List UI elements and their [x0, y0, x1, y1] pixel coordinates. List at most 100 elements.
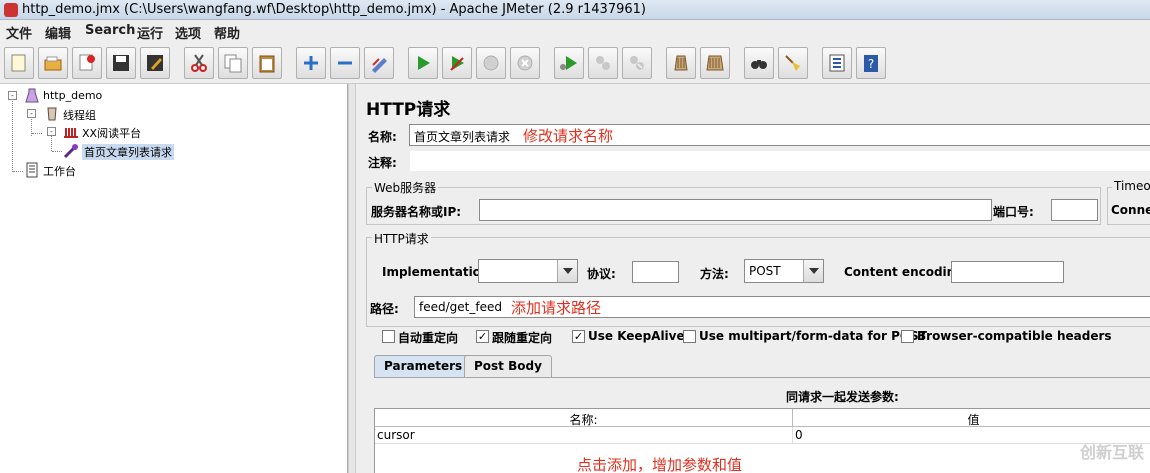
- shutdown-button[interactable]: [510, 47, 540, 79]
- stop-button[interactable]: [476, 47, 506, 79]
- expand-all-button[interactable]: [296, 47, 326, 79]
- save-button[interactable]: [106, 47, 136, 79]
- tree-node-label: 工作台: [43, 165, 76, 178]
- menu-edit[interactable]: 编辑: [45, 23, 71, 42]
- search-icon: [751, 60, 767, 69]
- paste-button[interactable]: [252, 47, 282, 79]
- column-header-value[interactable]: 值: [793, 409, 1150, 427]
- dropdown-arrow-icon: [557, 260, 577, 282]
- test-plan-icon: [25, 88, 39, 103]
- panel-heading: HTTP请求: [366, 100, 451, 120]
- save-as-icon: [147, 55, 163, 71]
- new-button[interactable]: [4, 47, 34, 79]
- clear-all-icon: [706, 55, 724, 71]
- checkbox-label: Use KeepAlive: [588, 329, 685, 343]
- parameters-table: 名称: 值 cursor 0: [374, 408, 1150, 473]
- close-button[interactable]: [72, 47, 102, 79]
- watermark-logo: 创新互联: [1079, 443, 1144, 462]
- search-button[interactable]: [744, 47, 774, 79]
- tab-label: Parameters: [384, 359, 463, 373]
- method-value: POST: [749, 264, 781, 278]
- checkbox-label: 跟随重定向: [492, 331, 553, 345]
- tree-node-label: XX阅读平台: [82, 127, 142, 140]
- multipart-checkbox[interactable]: [683, 330, 696, 343]
- keepalive-checkbox[interactable]: ✓: [572, 330, 585, 343]
- content-encoding-field[interactable]: [951, 261, 1064, 283]
- help-icon: ?: [864, 55, 878, 72]
- name-value: 首页文章列表请求: [414, 130, 511, 144]
- controller-icon: [64, 128, 78, 138]
- menu-file[interactable]: 文件: [6, 23, 32, 42]
- clear-icon: [674, 55, 688, 71]
- tab-post-body[interactable]: Post Body: [464, 355, 552, 377]
- start-no-pause-button[interactable]: [442, 47, 472, 79]
- copy-button[interactable]: [218, 47, 248, 79]
- tree-expander[interactable]: -: [47, 127, 56, 136]
- name-label: 名称:: [368, 130, 397, 144]
- jmeter-app-icon: [4, 3, 18, 17]
- cut-icon: [191, 54, 207, 72]
- tab-parameters[interactable]: Parameters: [374, 355, 473, 377]
- clear-all-button[interactable]: [700, 47, 730, 79]
- follow-redirect-checkbox[interactable]: ✓: [476, 330, 489, 343]
- path-annotation: 添加请求路径: [511, 299, 602, 317]
- paste-icon: [259, 55, 275, 73]
- window-title: http_demo.jmx (C:\Users\wangfang.wf\Desk…: [22, 2, 646, 17]
- tree-node-label: 线程组: [63, 109, 96, 122]
- function-helper-button[interactable]: [822, 47, 852, 79]
- expand-icon: [304, 56, 318, 70]
- reset-search-button[interactable]: [778, 47, 808, 79]
- split-pane-divider[interactable]: [348, 84, 356, 473]
- collapse-icon: [338, 61, 352, 65]
- menu-run[interactable]: 运行: [137, 23, 163, 42]
- function-helper-icon: [829, 54, 845, 72]
- port-field[interactable]: [1051, 199, 1098, 221]
- remote-stop-button[interactable]: [588, 47, 618, 79]
- tree-expander[interactable]: -: [8, 91, 17, 100]
- method-select[interactable]: POST: [744, 259, 824, 283]
- menu-options[interactable]: 选项: [175, 23, 201, 42]
- collapse-all-button[interactable]: [330, 47, 360, 79]
- name-field[interactable]: 首页文章列表请求: [409, 124, 1150, 146]
- thread-group-icon: [47, 107, 57, 121]
- remote-shutdown-button[interactable]: [622, 47, 652, 79]
- rename-annotation: 修改请求名称: [523, 127, 614, 145]
- tab-divider: [374, 377, 1150, 378]
- menu-help[interactable]: 帮助: [214, 23, 240, 42]
- tree-guide-line: [13, 171, 23, 172]
- stop-icon: [483, 55, 499, 71]
- new-icon: [11, 54, 26, 72]
- tree-expander[interactable]: -: [27, 109, 36, 118]
- implementation-select[interactable]: [478, 259, 578, 283]
- start-button[interactable]: [408, 47, 438, 79]
- remote-shutdown-icon: [630, 56, 644, 70]
- browser-headers-checkbox[interactable]: [901, 330, 914, 343]
- start-icon: [418, 56, 430, 70]
- comment-field[interactable]: [409, 150, 1150, 172]
- cut-button[interactable]: [184, 47, 214, 79]
- svg-text:?: ?: [868, 57, 874, 71]
- add-param-annotation: 点击添加，增加参数和值: [577, 456, 743, 473]
- protocol-field[interactable]: [632, 261, 679, 283]
- path-label: 路径:: [370, 302, 399, 316]
- server-label: 服务器名称或IP:: [371, 205, 462, 219]
- save-as-button[interactable]: [140, 47, 170, 79]
- menu-search[interactable]: Search: [85, 23, 135, 38]
- server-field[interactable]: [479, 199, 992, 221]
- http-request-title: HTTP请求: [372, 230, 431, 247]
- remote-start-button[interactable]: [554, 47, 584, 79]
- pipette-icon: [63, 144, 78, 159]
- reset-search-icon: [785, 55, 800, 71]
- column-header-name[interactable]: 名称:: [375, 409, 793, 427]
- open-button[interactable]: [38, 47, 68, 79]
- copy-icon: [224, 54, 242, 73]
- tree-node-label: 首页文章列表请求: [82, 144, 174, 160]
- help-button[interactable]: ?: [856, 47, 886, 79]
- timeout-title: Timeo: [1112, 179, 1150, 193]
- table-cell-name[interactable]: cursor: [375, 427, 793, 444]
- auto-redirect-checkbox[interactable]: [382, 330, 395, 343]
- toggle-icon: [372, 58, 387, 73]
- clear-button[interactable]: [666, 47, 696, 79]
- toggle-button[interactable]: [364, 47, 394, 79]
- checkbox-label: Use multipart/form-data for POST: [699, 329, 927, 343]
